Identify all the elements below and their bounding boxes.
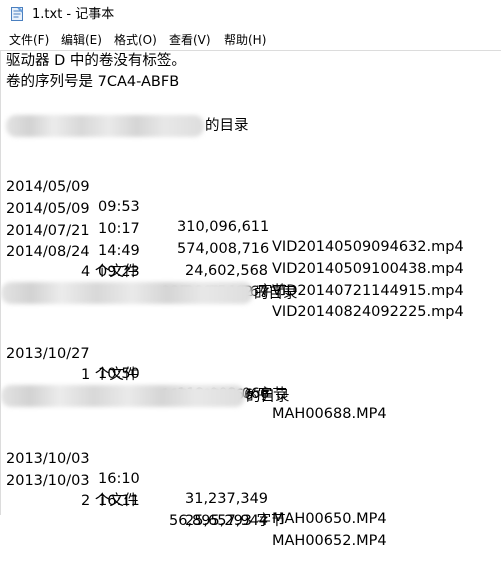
header-line-volume-label: 驱动器 D 中的卷没有标签。 xyxy=(6,53,186,69)
header-line-serial: 卷的序列号是 7CA4-ABFB xyxy=(6,74,180,90)
redacted-directory-path xyxy=(1,282,253,304)
file-count: 2 个文件 xyxy=(81,493,139,509)
redacted-directory-path xyxy=(6,115,204,137)
title-bar[interactable]: 1.txt - 记事本 xyxy=(0,0,501,30)
notepad-icon xyxy=(11,7,23,21)
total-bytes: 56,895,293 字节 xyxy=(169,513,286,529)
text-editor-area[interactable]: 驱动器 D 中的卷没有标签。 卷的序列号是 7CA4-ABFB 的目录 2014… xyxy=(0,50,501,549)
menu-view[interactable]: 查看(V) xyxy=(169,32,211,48)
directory-label: 的目录 xyxy=(254,286,298,302)
window-title: 1.txt - 记事本 xyxy=(32,7,115,22)
menu-help[interactable]: 帮助(H) xyxy=(224,32,266,48)
directory-label: 的目录 xyxy=(246,389,290,405)
menu-format[interactable]: 格式(O) xyxy=(114,32,157,48)
menu-edit[interactable]: 编辑(E) xyxy=(61,32,102,48)
menu-file[interactable]: 文件(F) xyxy=(9,32,49,48)
file-count: 4 个文件 xyxy=(81,264,139,280)
redacted-directory-path xyxy=(1,385,245,407)
directory-label: 的目录 xyxy=(205,118,249,134)
file-count: 1 个文件 xyxy=(81,367,139,383)
menu-bar: 文件(F) 编辑(E) 格式(O) 查看(V) 帮助(H) xyxy=(0,30,501,50)
summary-row: 2 个文件 56,895,293 字节 xyxy=(6,471,496,551)
